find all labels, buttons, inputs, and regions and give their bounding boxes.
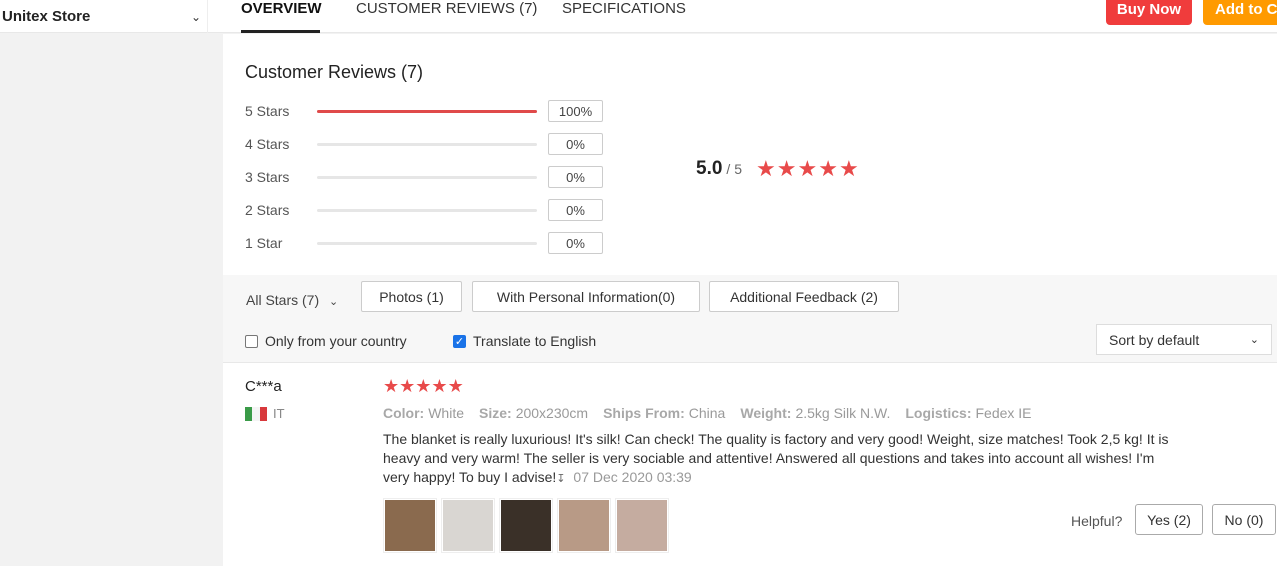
store-selector[interactable]: Unitex Store ⌄ (0, 0, 208, 33)
star-icon: ★ (415, 376, 432, 396)
tab-overview[interactable]: OVERVIEW (241, 0, 322, 33)
rating-percent: 0% (548, 166, 603, 188)
review-attributes: Color: White Size: 200x230cm Ships From: Ch… (383, 405, 1047, 421)
buy-now-button[interactable]: Buy Now (1106, 0, 1192, 25)
rating-bar (317, 209, 537, 212)
helpful-yes-button[interactable]: Yes (2) (1135, 504, 1203, 535)
sort-select[interactable]: Sort by default ⌄ (1096, 324, 1272, 355)
rating-label: 1 Star (245, 235, 283, 251)
star-icon: ★ (756, 156, 776, 181)
filter-personal-info-button[interactable]: With Personal Information(0) (472, 281, 700, 312)
star-icon: ★ (797, 156, 818, 181)
review-photo[interactable] (615, 498, 669, 553)
rating-label: 2 Stars (245, 202, 290, 218)
average-rating: 5.0 / 5 ★ ★ ★ ★ ★ (696, 158, 860, 180)
rating-score: 5.0 (696, 158, 723, 179)
translate-checkbox[interactable]: ✓ Translate to English (453, 333, 596, 349)
review-country: IT (245, 406, 285, 421)
attr-weight: Weight: 2.5kg Silk N.W. (740, 405, 891, 421)
rating-label: 5 Stars (245, 103, 290, 119)
rating-row-5: 5 Stars 100% (245, 100, 605, 124)
rating-percent: 100% (548, 100, 603, 122)
chevron-down-icon: ⌄ (329, 296, 339, 308)
rating-percent: 0% (548, 133, 603, 155)
reviews-title: Customer Reviews (7) (245, 62, 424, 82)
checkbox-unchecked-icon[interactable] (245, 334, 258, 348)
rating-label: 4 Stars (245, 136, 290, 152)
review-photo[interactable] (441, 498, 495, 553)
review-date: 07 Dec 2020 03:39 (573, 469, 692, 485)
review-photo[interactable] (557, 498, 611, 553)
filter-photos-button[interactable]: Photos (1) (361, 281, 462, 312)
attr-ships-from: Ships From: China (603, 405, 726, 421)
helpful-label: Helpful? (1071, 513, 1123, 529)
review-text: The blanket is really luxurious! It's si… (383, 430, 1173, 489)
tab-specifications[interactable]: SPECIFICATIONS (562, 0, 686, 33)
star-icon: ★ (399, 376, 416, 396)
rating-row-1: 1 Star 0% (245, 232, 605, 256)
only-country-checkbox[interactable]: Only from your country (245, 333, 407, 349)
rating-bar (317, 143, 537, 146)
rating-bar (317, 110, 537, 113)
all-stars-label: All Stars (7) (246, 292, 320, 308)
filter-additional-feedback-button[interactable]: Additional Feedback (2) (709, 281, 899, 312)
reviews-panel: Customer Reviews (7) 5 Stars 100% 4 Star… (223, 34, 1277, 566)
translate-label: Translate to English (473, 333, 597, 349)
store-name: Unitex Store (2, 8, 91, 25)
attr-size: Size: 200x230cm (479, 405, 589, 421)
translate-icon[interactable]: ↧ (556, 473, 565, 485)
checkbox-checked-icon[interactable]: ✓ (453, 334, 466, 348)
attr-logistics: Logistics: Fedex IE (905, 405, 1032, 421)
review-photo[interactable] (383, 498, 437, 553)
italy-flag-icon (245, 406, 267, 421)
rating-stars: ★ ★ ★ ★ ★ (756, 158, 860, 180)
rating-out-of: / 5 (726, 161, 742, 177)
country-code: IT (273, 406, 285, 421)
star-icon: ★ (447, 376, 464, 396)
only-country-label: Only from your country (265, 333, 407, 349)
star-icon: ★ (431, 376, 448, 396)
review-body: The blanket is really luxurious! It's si… (383, 431, 1169, 485)
rating-row-3: 3 Stars 0% (245, 166, 605, 190)
star-icon: ★ (838, 156, 859, 181)
filter-bar: All Stars (7) ⌄ Photos (1) With Personal… (223, 275, 1277, 363)
star-icon: ★ (818, 156, 838, 181)
star-icon: ★ (383, 376, 400, 396)
review-stars: ★ ★ ★ ★ ★ (383, 377, 464, 395)
tab-customer-reviews[interactable]: CUSTOMER REVIEWS (7) (356, 0, 537, 33)
review-photo[interactable] (499, 498, 553, 553)
rating-bar (317, 242, 537, 245)
rating-bar (317, 176, 537, 179)
helpful-no-button[interactable]: No (0) (1212, 504, 1276, 535)
rating-row-4: 4 Stars 0% (245, 133, 605, 157)
rating-percent: 0% (548, 232, 603, 254)
rating-row-2: 2 Stars 0% (245, 199, 605, 223)
rating-percent: 0% (548, 199, 603, 221)
top-nav-bar: Unitex Store ⌄ OVERVIEW CUSTOMER REVIEWS… (0, 0, 1277, 33)
attr-color: Color: White (383, 405, 465, 421)
chevron-down-icon: ⌄ (1249, 334, 1259, 346)
all-stars-dropdown[interactable]: All Stars (7) ⌄ (246, 292, 338, 308)
review-photos (383, 498, 673, 553)
rating-label: 3 Stars (245, 169, 290, 185)
chevron-down-icon: ⌄ (190, 9, 201, 24)
sort-label: Sort by default (1109, 331, 1200, 348)
review-author: C***a (245, 378, 282, 395)
star-icon: ★ (776, 156, 797, 181)
add-to-cart-button[interactable]: Add to Cart (1203, 0, 1277, 25)
